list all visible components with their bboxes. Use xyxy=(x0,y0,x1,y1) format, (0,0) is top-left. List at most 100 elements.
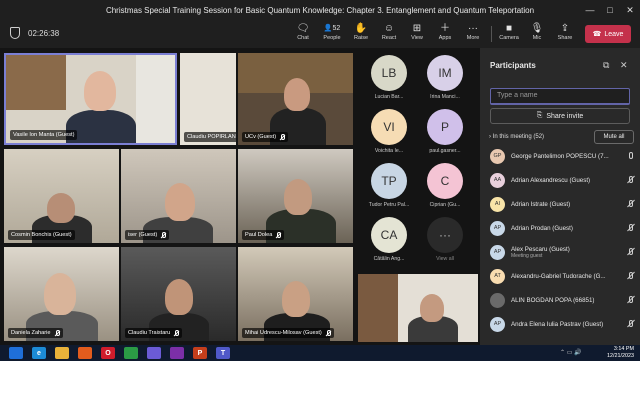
avatar[interactable]: IM xyxy=(427,55,463,91)
explorer-icon[interactable] xyxy=(55,347,69,359)
video-tile[interactable]: iser (Guest) xyxy=(121,149,236,243)
apps-button[interactable]: ＋ Apps xyxy=(430,22,460,41)
participant-row[interactable]: AA Adrian Alexandrescu (Guest) xyxy=(490,169,636,191)
people-button[interactable]: 👤52 People xyxy=(317,22,347,41)
edge-icon[interactable]: e xyxy=(32,347,46,359)
participant-name-tag: UCv (Guest) xyxy=(242,132,289,142)
teams-icon[interactable]: T xyxy=(216,347,230,359)
participant-avatar: AP xyxy=(490,316,505,332)
participant-avatar: AP xyxy=(490,244,505,260)
people-icon: 👤52 xyxy=(323,25,341,32)
phone-hangup-icon: ☎ xyxy=(592,31,602,38)
participant-avatar: AI xyxy=(490,196,505,212)
view-button[interactable]: ⊞ View xyxy=(402,22,432,41)
timer-text: 02:26:38 xyxy=(28,28,60,38)
participant-text: Alex Pescaru (Guest) Meeting guest xyxy=(511,246,626,259)
avatar[interactable]: LB xyxy=(371,55,407,91)
share-button[interactable]: ⇪ Share xyxy=(550,22,580,41)
firefox-icon[interactable] xyxy=(78,347,92,359)
participant-name-tag: Paul Dolea xyxy=(242,230,285,240)
share-invite-button[interactable]: ⎘ Share invite xyxy=(490,108,630,124)
bookshelf xyxy=(358,274,398,342)
windows-taskbar: e O PT ⌃ ▭ 🔊 3:14 PM 12/21/2023 xyxy=(0,345,640,361)
more-icon: ··· xyxy=(468,23,478,34)
video-tile[interactable]: UCv (Guest) xyxy=(238,53,353,145)
avatar[interactable]: VI xyxy=(371,109,407,145)
more-button[interactable]: ··· More xyxy=(458,22,488,41)
participant-row[interactable]: AT Alexandru-Gabriel Tudorache (G... xyxy=(490,265,636,287)
avatar[interactable]: TP xyxy=(371,163,407,199)
people-count: 52 xyxy=(332,25,341,32)
opera-icon[interactable]: O xyxy=(101,347,115,359)
system-tray-icons[interactable]: ⌃ ▭ 🔊 xyxy=(560,349,582,356)
bookshelf xyxy=(6,55,66,110)
participant-avatar xyxy=(490,292,505,308)
participant-text: Alexandru-Gabriel Tudorache (G... xyxy=(511,273,626,280)
view-icon: ⊞ xyxy=(412,23,422,34)
video-tile[interactable]: Claudiu Traistaru xyxy=(121,247,236,341)
mic-off-icon xyxy=(626,295,636,305)
share-invite-icon: ⎘ xyxy=(536,112,543,119)
raise-hand-button[interactable]: ✋ Raise xyxy=(346,22,376,41)
participant-row[interactable]: GP George Pantelimon POPESCU (7... xyxy=(490,145,636,167)
share-icon: ⇪ xyxy=(560,23,570,34)
clock[interactable]: 3:14 PM 12/21/2023 xyxy=(607,346,634,360)
close-icon[interactable]: ✕ xyxy=(620,0,640,20)
maximize-icon[interactable]: □ xyxy=(600,0,620,20)
wall xyxy=(136,55,175,143)
mute-all-button[interactable]: Mute all xyxy=(594,130,634,144)
shared-video-tile[interactable] xyxy=(358,274,478,342)
participant-avatar: GP xyxy=(490,148,505,164)
avatar[interactable]: CA xyxy=(371,217,407,253)
participant-row[interactable]: AI Adrian Istrate (Guest) xyxy=(490,193,636,215)
participant-text: ALIN BOGDAN POPA (66851) xyxy=(511,297,626,304)
leave-button[interactable]: ☎ Leave xyxy=(585,25,631,43)
participant-subtitle: Meeting guest xyxy=(511,252,543,259)
minimize-icon[interactable]: — xyxy=(580,0,600,20)
avatar[interactable]: P xyxy=(427,109,463,145)
participant-row[interactable]: AP Adrian Prodan (Guest) xyxy=(490,217,636,239)
participant-face xyxy=(165,183,195,221)
chat-button[interactable]: 🗨 Chat xyxy=(288,22,318,41)
participant-name: Adrian Alexandrescu (Guest) xyxy=(511,176,591,184)
avatar[interactable]: C xyxy=(427,163,463,199)
close-panel-icon[interactable]: ✕ xyxy=(620,60,628,71)
floppy-icon[interactable] xyxy=(147,347,161,359)
video-tile[interactable]: Vasile Ion Manta (Guest) xyxy=(4,53,177,145)
view-all-label[interactable]: View all xyxy=(420,256,470,262)
video-tile[interactable]: Paul Dolea xyxy=(238,149,353,243)
react-button[interactable]: ☺ React xyxy=(374,22,404,41)
vpn-icon[interactable] xyxy=(170,347,184,359)
participant-name-tag: Mihai Udrescu-Milosav (Guest) xyxy=(242,328,334,338)
participant-name: Adrian Prodan (Guest) xyxy=(511,224,573,232)
participant-row[interactable]: AP Alex Pescaru (Guest) Meeting guest xyxy=(490,241,636,263)
camera-button[interactable]: ■ Camera xyxy=(494,22,524,41)
apps-icon: ＋ xyxy=(440,23,450,34)
mic-icon: 🎙 xyxy=(530,23,544,34)
mic-button[interactable]: 🎙 Mic xyxy=(522,22,552,41)
participant-row[interactable]: AP Andra Elena Iulia Pastrav (Guest) xyxy=(490,313,636,335)
chrome-icon[interactable] xyxy=(124,347,138,359)
mic-off-icon xyxy=(626,223,636,233)
powerpoint-icon[interactable]: P xyxy=(193,347,207,359)
raise-hand-icon: ✋ xyxy=(354,23,368,34)
video-tile[interactable]: Daniela Zaharie xyxy=(4,247,119,341)
video-tile[interactable]: Claudiu POPIRLAN xyxy=(180,53,236,145)
in-meeting-header[interactable]: › In this meeting (52) xyxy=(489,134,544,140)
participant-row[interactable]: ALIN BOGDAN POPA (66851) xyxy=(490,289,636,311)
participant-face xyxy=(165,279,193,315)
participant-avatar: AT xyxy=(490,268,505,284)
video-tile[interactable]: Cosmin Bonchis (Guest) xyxy=(4,149,119,243)
search-input[interactable]: Type a name xyxy=(490,88,630,105)
participant-name-tag: Vasile Ion Manta (Guest) xyxy=(10,130,78,140)
mic-off-icon xyxy=(626,271,636,281)
video-tile[interactable]: Mihai Udrescu-Milosav (Guest) xyxy=(238,247,353,341)
mic-off-icon xyxy=(279,134,286,140)
participant-face xyxy=(282,281,310,317)
avatar-gallery: LB Lucian Bar... IM Irina Manci... VI Vo… xyxy=(356,48,480,272)
mic-off-icon xyxy=(626,319,636,329)
view-all-button[interactable]: ··· xyxy=(427,217,463,253)
popout-icon[interactable]: ⧉ xyxy=(603,60,609,71)
participant-name: ALIN BOGDAN POPA (66851) xyxy=(511,296,595,304)
windows-icon[interactable] xyxy=(9,347,23,359)
